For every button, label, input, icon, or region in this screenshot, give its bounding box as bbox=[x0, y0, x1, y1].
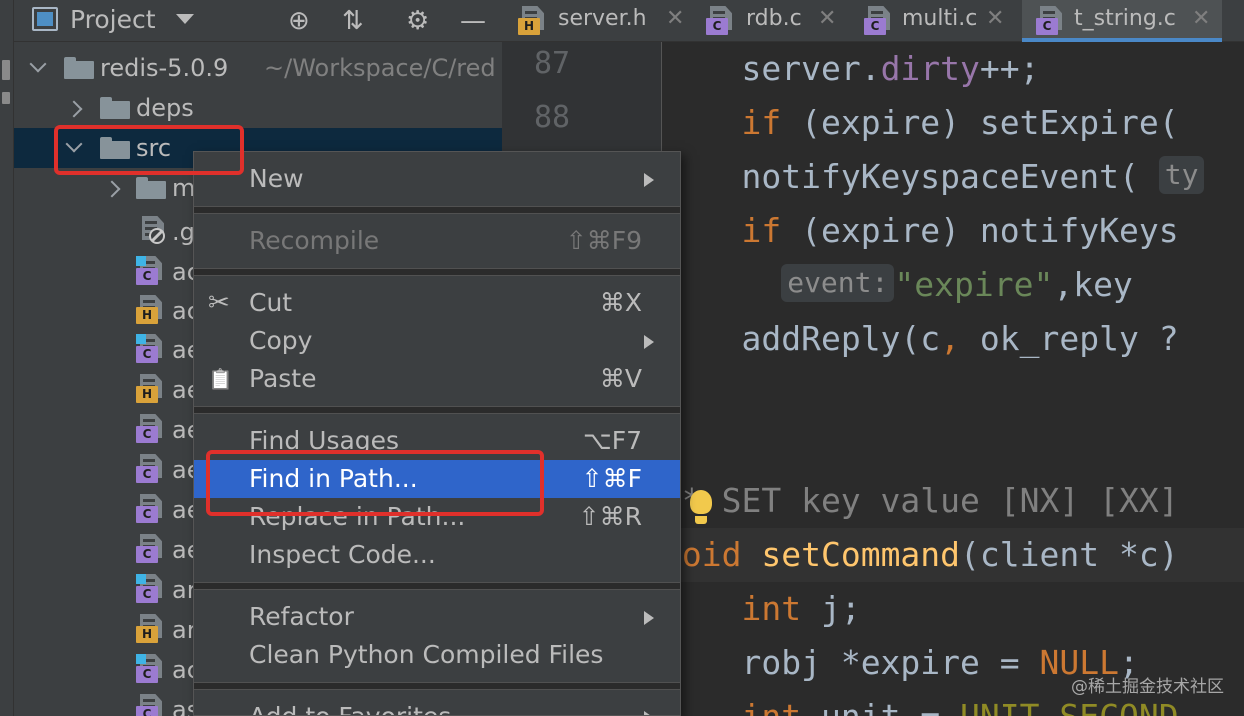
menu-item-copy[interactable]: Copy bbox=[194, 322, 680, 360]
tab-server-h[interactable]: H server.h ✕ bbox=[516, 0, 690, 42]
h-file-icon: H bbox=[136, 614, 166, 644]
lightbulb-icon[interactable] bbox=[686, 488, 716, 530]
menu-separator bbox=[194, 682, 680, 690]
folder-icon bbox=[100, 97, 130, 119]
shortcut-label: ⌘X bbox=[599, 288, 642, 317]
menu-item-new[interactable]: New bbox=[194, 160, 680, 198]
code-line: if (expire) notifyKeys bbox=[741, 211, 1179, 250]
code-line-current: void setCommand(client *c) bbox=[662, 528, 1244, 582]
h-file-icon: H bbox=[136, 374, 166, 404]
clipboard-icon: 📋 bbox=[208, 367, 233, 391]
hide-panel-icon[interactable]: — bbox=[460, 6, 486, 36]
strip-mark bbox=[2, 92, 10, 104]
close-icon[interactable]: ✕ bbox=[1192, 0, 1210, 38]
shortcut-label: ⌥F7 bbox=[582, 426, 642, 455]
shortcut-label: ⇧⌘F9 bbox=[565, 226, 642, 255]
root-folder-name: redis-5.0.9 bbox=[100, 54, 229, 82]
shortcut-label: ⇧⌘R bbox=[578, 502, 642, 531]
h-file-icon: H bbox=[518, 6, 548, 36]
chevron-down-icon[interactable] bbox=[176, 14, 194, 24]
project-panel-header: Project ⊕ ⇅ ⚙ — bbox=[14, 0, 502, 42]
editor-tab-bar: H server.h ✕ C rdb.c ✕ C multi.c ✕ C t_s… bbox=[502, 0, 1244, 42]
menu-item-clean-python[interactable]: Clean Python Compiled Files bbox=[194, 636, 680, 674]
watermark: @稀土掘金技术社区 bbox=[1071, 677, 1224, 697]
tree-row-root[interactable]: redis-5.0.9 ~/Workspace/C/red bbox=[14, 48, 502, 88]
gear-icon[interactable]: ⚙ bbox=[406, 6, 429, 36]
code-line: server.dirty++; bbox=[741, 49, 1040, 88]
annotation-box-find-in-path bbox=[206, 450, 544, 516]
menu-separator bbox=[194, 206, 680, 214]
root-folder-path: ~/Workspace/C/red bbox=[264, 54, 496, 82]
tab-t-string-c[interactable]: C t_string.c ✕ bbox=[1022, 0, 1222, 42]
left-tool-strip bbox=[0, 0, 14, 716]
collapse-all-icon[interactable]: ⇅ bbox=[342, 6, 364, 36]
parameter-hint: event: bbox=[781, 264, 895, 302]
ignored-file-icon bbox=[138, 216, 168, 246]
tab-label: t_string.c bbox=[1074, 6, 1176, 31]
tab-multi-c[interactable]: C multi.c ✕ bbox=[858, 0, 1018, 42]
file-name: .g bbox=[172, 218, 195, 246]
c-file-icon: C bbox=[136, 574, 166, 604]
h-file-icon: H bbox=[136, 295, 166, 325]
annotation-box-src bbox=[54, 125, 244, 175]
c-file-icon: C bbox=[136, 694, 166, 716]
shortcut-label: ⇧⌘F bbox=[581, 464, 642, 493]
c-file-icon: C bbox=[136, 454, 166, 484]
menu-item-refactor[interactable]: Refactor bbox=[194, 598, 680, 636]
line-number: 87 bbox=[534, 46, 571, 81]
code-line: int j; bbox=[741, 589, 861, 628]
locate-crosshair-icon[interactable]: ⊕ bbox=[288, 6, 310, 36]
c-file-icon: C bbox=[136, 334, 166, 364]
c-file-icon: C bbox=[136, 494, 166, 524]
tab-rdb-c[interactable]: C rdb.c ✕ bbox=[700, 0, 850, 42]
project-panel-title[interactable]: Project bbox=[70, 5, 156, 34]
menu-item-paste[interactable]: 📋 Paste ⌘V bbox=[194, 360, 680, 398]
folder-icon bbox=[136, 177, 166, 199]
menu-item-inspect-code[interactable]: Inspect Code... bbox=[194, 536, 680, 574]
menu-item-recompile[interactable]: Recompile ⇧⌘F9 bbox=[194, 222, 680, 260]
c-file-icon: C bbox=[706, 6, 736, 36]
collapsed-arrow-icon[interactable] bbox=[68, 100, 84, 116]
code-line: event: "expire",key bbox=[662, 258, 1244, 312]
code-line: notifyKeyspaceEvent( ty bbox=[662, 150, 1244, 204]
c-file-icon: C bbox=[136, 654, 166, 684]
shortcut-label: ⌘V bbox=[599, 364, 642, 393]
c-file-icon: C bbox=[136, 534, 166, 564]
menu-item-cut[interactable]: ✂ Cut ⌘X bbox=[194, 284, 680, 322]
context-menu: New Recompile ⇧⌘F9 ✂ Cut ⌘X Copy 📋 Paste… bbox=[193, 151, 681, 716]
menu-separator bbox=[194, 268, 680, 276]
parameter-hint: ty bbox=[1158, 156, 1205, 194]
line-number: 88 bbox=[534, 100, 571, 135]
code-line: if (expire) setExpire( bbox=[741, 103, 1179, 142]
code-line: } bbox=[662, 366, 1244, 420]
menu-item-add-to-favorites[interactable]: Add to Favorites bbox=[194, 698, 680, 715]
code-editor[interactable]: server.dirty++; if (expire) setExpire( n… bbox=[662, 42, 1244, 716]
menu-separator bbox=[194, 406, 680, 414]
strip-mark bbox=[2, 60, 10, 80]
code-line: /* SET key value [NX] [XX] bbox=[662, 481, 1179, 520]
close-icon[interactable]: ✕ bbox=[986, 0, 1004, 38]
c-file-icon: C bbox=[136, 414, 166, 444]
c-file-icon: C bbox=[1036, 6, 1066, 36]
submenu-arrow-icon bbox=[644, 173, 654, 187]
folder-name: deps bbox=[136, 94, 194, 122]
submenu-arrow-icon bbox=[644, 611, 654, 625]
tab-label: rdb.c bbox=[746, 6, 802, 31]
tab-label: server.h bbox=[558, 6, 647, 31]
folder-icon bbox=[64, 57, 94, 79]
collapsed-arrow-icon[interactable] bbox=[106, 180, 122, 196]
project-view-icon bbox=[32, 7, 58, 31]
expand-arrow-icon[interactable] bbox=[30, 58, 46, 74]
close-icon[interactable]: ✕ bbox=[818, 0, 836, 38]
c-file-icon: C bbox=[864, 6, 894, 36]
c-file-icon: C bbox=[136, 256, 166, 286]
code-line: addReply(c, ok_reply ? bbox=[741, 319, 1179, 358]
scissors-icon: ✂ bbox=[208, 288, 230, 318]
tree-row-deps[interactable]: deps bbox=[14, 88, 502, 128]
close-icon[interactable]: ✕ bbox=[666, 0, 684, 38]
submenu-arrow-icon bbox=[644, 335, 654, 349]
tab-label: multi.c bbox=[902, 6, 978, 31]
submenu-arrow-icon bbox=[644, 711, 654, 715]
menu-separator bbox=[194, 582, 680, 590]
